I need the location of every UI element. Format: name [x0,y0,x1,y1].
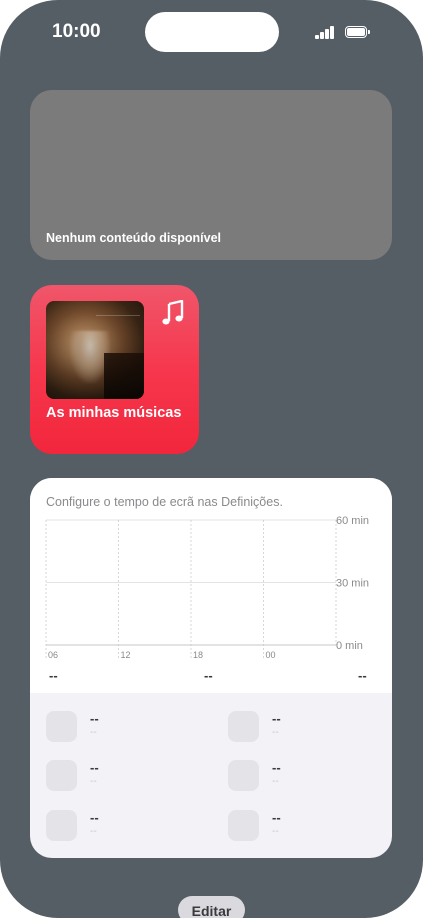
app-usage-item[interactable]: -- -- [228,711,378,743]
screen-time-summary: Configure o tempo de ecrã nas Definições… [30,478,392,693]
app-usage-item[interactable]: -- -- [228,810,378,842]
app-icon [46,760,77,791]
app-icon [46,711,77,742]
app-name: -- [90,711,99,726]
usage-chart: 60 min 30 min 0 min 06 12 18 00 [45,515,369,660]
summary-value-3: -- [358,668,367,683]
edit-button-label: Editar [191,903,232,918]
app-time: -- [90,727,97,738]
x-tick-label: 00 [266,650,276,660]
app-name: -- [272,711,281,726]
album-artwork [46,301,144,399]
battery-icon [345,26,371,38]
x-tick-label: 18 [193,650,203,660]
summary-value-1: -- [49,668,58,683]
app-time: -- [272,727,279,738]
app-icon [228,760,259,791]
y-tick-label: 60 min [336,515,369,527]
app-name: -- [90,810,99,825]
app-time: -- [90,776,97,787]
app-name: -- [272,760,281,775]
status-time: 10:00 [52,21,101,42]
app-usage-item[interactable]: -- -- [46,810,196,842]
app-name: -- [90,760,99,775]
app-time: -- [272,826,279,837]
edit-button[interactable]: Editar [178,896,245,918]
phone-screen: 10:00 Nenhum conteúdo disponível As minh… [0,0,423,918]
app-usage-item[interactable]: -- -- [46,760,196,792]
app-usage-item[interactable]: -- -- [46,711,196,743]
app-time: -- [272,776,279,787]
y-tick-label: 30 min [336,578,369,590]
app-icon [228,810,259,841]
status-icons [315,25,375,41]
screen-time-widget[interactable]: Configure o tempo de ecrã nas Definições… [30,478,392,858]
dynamic-island [145,12,279,52]
x-tick-label: 12 [121,650,131,660]
app-icon [46,810,77,841]
app-icon [228,711,259,742]
cellular-signal-icon [315,25,337,39]
app-name: -- [272,810,281,825]
x-tick-label: 06 [48,650,58,660]
empty-widget[interactable]: Nenhum conteúdo disponível [30,90,392,260]
app-usage-item[interactable]: -- -- [228,760,378,792]
music-note-icon [162,300,184,325]
music-widget-label: As minhas músicas [46,405,182,421]
summary-value-2: -- [204,668,213,683]
app-time: -- [90,826,97,837]
empty-widget-label: Nenhum conteúdo disponível [46,231,222,245]
y-tick-label: 0 min [336,640,363,652]
music-widget[interactable]: As minhas músicas [30,285,199,454]
